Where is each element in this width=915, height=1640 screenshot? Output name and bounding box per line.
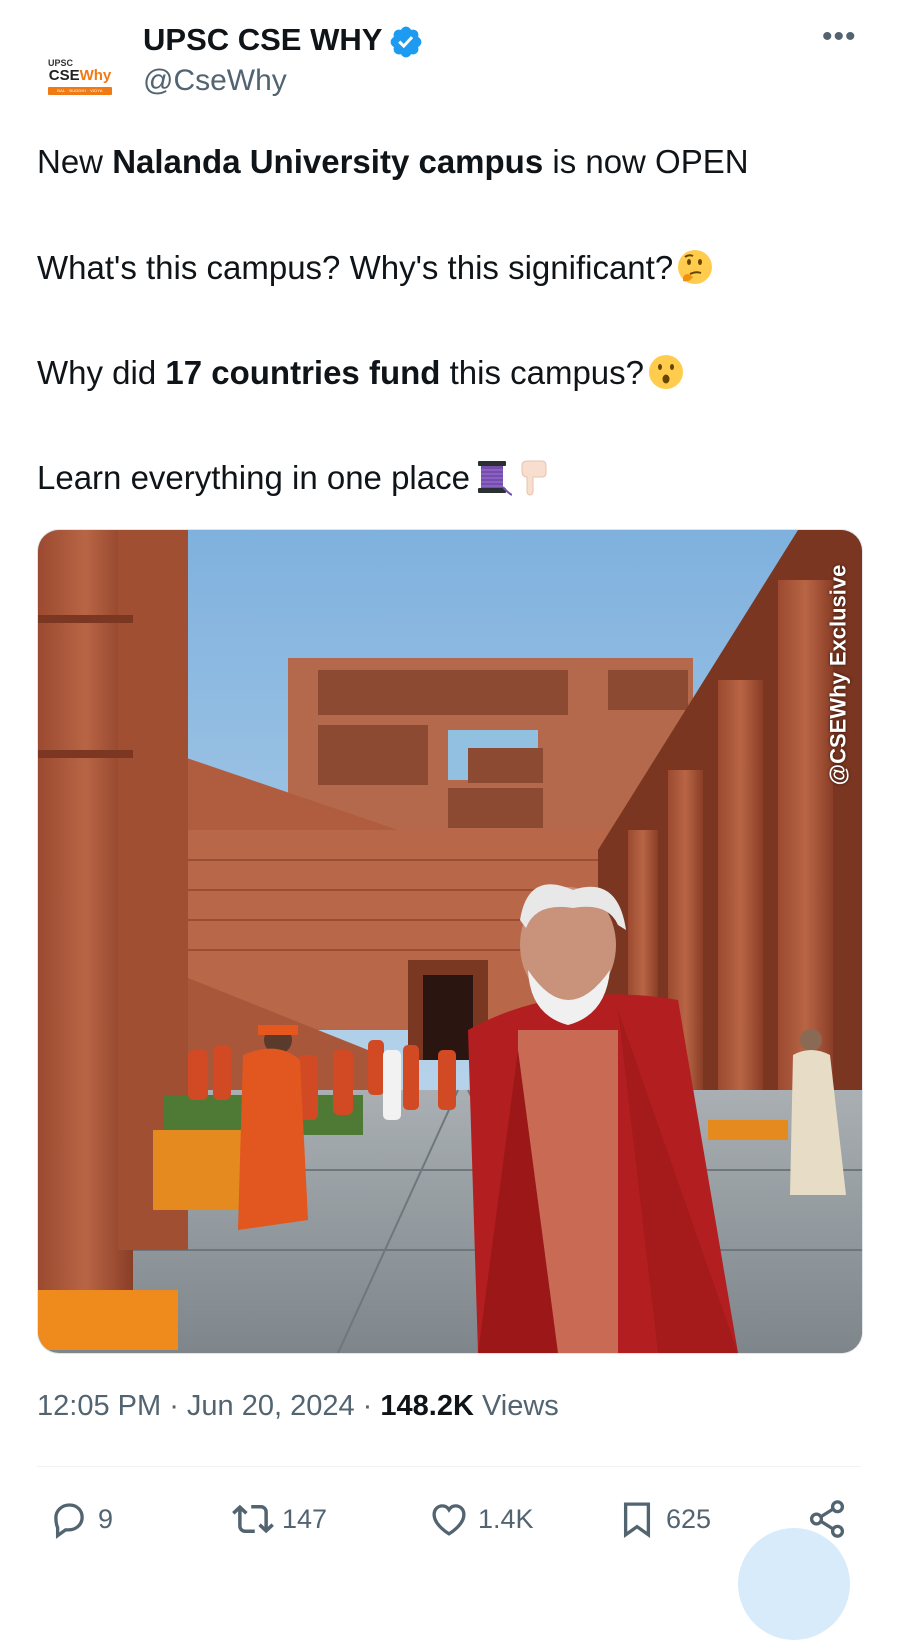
tweet-line-4: Learn everything in one place (37, 457, 554, 498)
avatar-tagline: BAL · BUDDHI · VIDYA (48, 86, 112, 95)
image-watermark: @CSEWhy Exclusive (825, 564, 851, 786)
views-count[interactable]: 148.2K (380, 1390, 474, 1422)
thinking-face-icon (678, 250, 713, 284)
like-button[interactable]: 1.4K (428, 1497, 534, 1541)
tweet-line-3: Why did 17 countries fund this campus? (37, 352, 686, 393)
retweet-icon (232, 1504, 274, 1534)
tweet-image[interactable]: @CSEWhy Exclusive (37, 529, 863, 1354)
tweet-line-1: New Nalanda University campus is now OPE… (37, 143, 749, 180)
tweet-meta: 12:05 PM · Jun 20, 2024 · 148.2K Views (37, 1390, 559, 1422)
avatar[interactable]: UPSC CSEWhy BAL · BUDDHI · VIDYA (38, 34, 122, 118)
reply-button[interactable]: 9 (48, 1497, 113, 1541)
tweet-time[interactable]: 12:05 PM (37, 1390, 161, 1422)
campus-photo (38, 530, 862, 1353)
handle[interactable]: @CseWhy (143, 64, 287, 98)
bookmark-button[interactable]: 625 (616, 1497, 711, 1541)
retweet-count: 147 (282, 1503, 328, 1534)
hushed-face-icon (649, 355, 684, 389)
bookmark-count: 625 (666, 1503, 712, 1534)
reply-icon (54, 1503, 84, 1539)
retweet-button[interactable]: 147 (232, 1497, 327, 1541)
avatar-text-csewhy: CSEWhy (48, 66, 112, 84)
thread-spool-icon (477, 461, 512, 496)
more-options-icon[interactable]: ••• (822, 20, 857, 54)
tweet-date[interactable]: Jun 20, 2024 (187, 1390, 355, 1422)
backhand-index-down-icon (521, 460, 547, 496)
reply-count: 9 (98, 1503, 114, 1534)
divider (37, 1466, 861, 1467)
display-name[interactable]: UPSC CSE WHY (143, 22, 382, 58)
tweet-line-2: What's this campus? Why's this significa… (37, 247, 715, 288)
like-count: 1.4K (478, 1503, 534, 1534)
heart-icon (432, 1504, 466, 1536)
verified-badge-icon (390, 26, 422, 58)
bookmark-icon (623, 1502, 651, 1538)
compose-button[interactable] (738, 1528, 850, 1640)
